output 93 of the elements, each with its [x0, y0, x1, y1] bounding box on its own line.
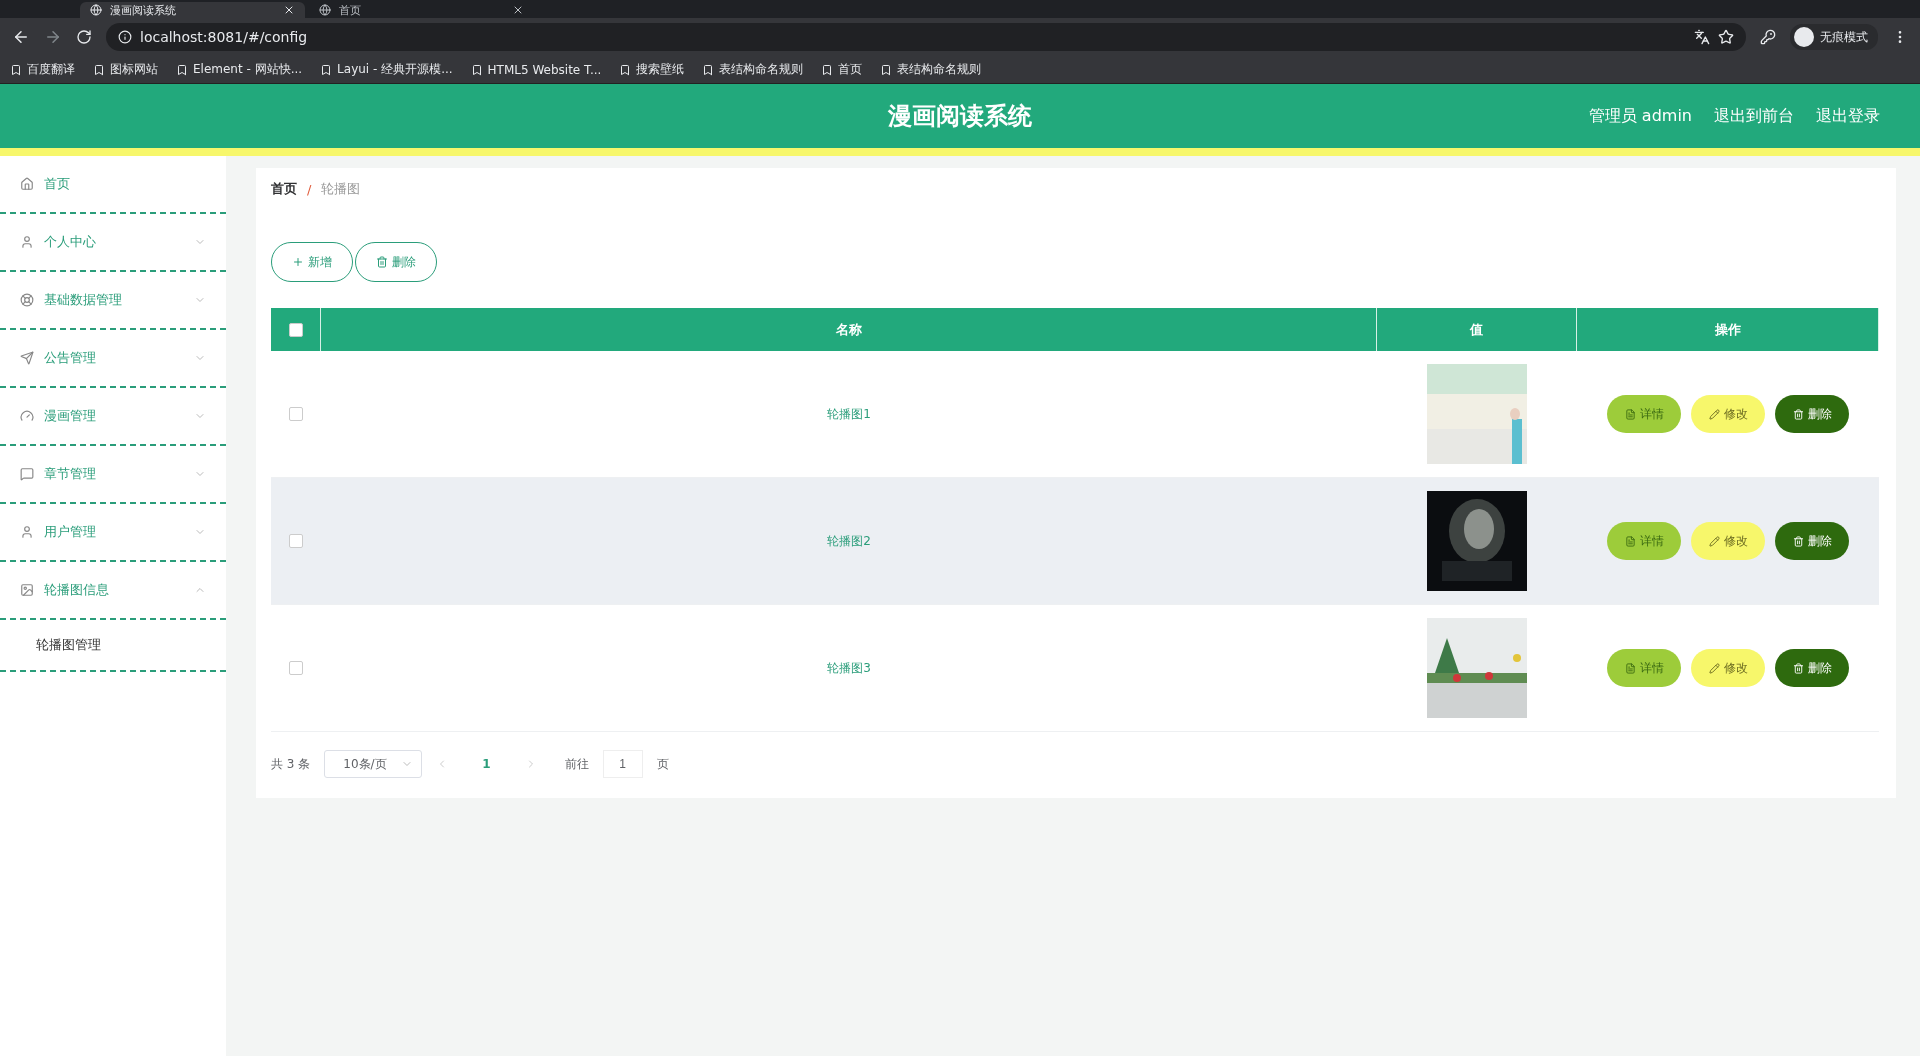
bookmark[interactable]: Layui - 经典开源模... — [320, 61, 453, 78]
column-header: 值 — [1470, 320, 1483, 339]
breadcrumb-current: 轮播图 — [321, 180, 361, 198]
edit-button[interactable]: 修改 — [1691, 649, 1765, 687]
edit-button[interactable]: 修改 — [1691, 522, 1765, 560]
checkbox[interactable] — [288, 322, 303, 337]
bookmark[interactable]: 表结构命名规则 — [880, 61, 982, 78]
trash-icon — [1792, 408, 1804, 420]
sidebar-subitem[interactable]: 轮播图管理 — [0, 620, 226, 672]
trash-icon — [1792, 535, 1804, 547]
page-suffix: 页 — [656, 755, 669, 773]
home-icon — [20, 177, 34, 191]
user-icon — [20, 235, 34, 249]
bookmark-icon — [320, 63, 333, 76]
page-number[interactable]: 1 — [462, 757, 511, 771]
pencil-icon — [1708, 535, 1720, 547]
sidebar-item[interactable]: 基础数据管理 — [0, 272, 226, 330]
sidebar-item[interactable]: 个人中心 — [0, 214, 226, 272]
detail-button[interactable]: 详情 — [1607, 522, 1681, 560]
ring-icon — [20, 293, 34, 307]
forward-icon[interactable] — [44, 28, 62, 46]
chat-icon — [20, 467, 34, 481]
bookmark-icon — [176, 63, 188, 76]
pencil-icon — [1708, 408, 1720, 420]
bookmark[interactable]: 百度翻译 — [10, 61, 75, 78]
detail-icon — [1624, 662, 1636, 674]
globe-icon — [90, 4, 102, 16]
bookmark-icon — [470, 63, 483, 76]
send-icon — [20, 351, 34, 365]
browser-tab[interactable]: 漫画阅读系统 — [80, 2, 305, 18]
address-bar[interactable]: localhost:8081/#/config — [106, 23, 1746, 51]
bookmark-icon — [10, 63, 22, 76]
translate-icon[interactable] — [1694, 29, 1710, 45]
table-cell: 轮播图2 — [827, 532, 871, 550]
bookmark-icon — [821, 63, 834, 76]
image-icon — [20, 583, 34, 597]
globe-icon — [319, 4, 331, 16]
sidebar-item[interactable]: 漫画管理 — [0, 388, 226, 446]
detail-icon — [1624, 535, 1636, 547]
pencil-icon — [1708, 662, 1720, 674]
sidebar-item[interactable]: 轮播图信息 — [0, 562, 226, 620]
edit-button[interactable]: 修改 — [1691, 395, 1765, 433]
delete-button[interactable]: 删除 — [355, 242, 437, 282]
info-icon — [118, 30, 132, 44]
detail-button[interactable]: 详情 — [1607, 395, 1681, 433]
bookmark[interactable]: 首页 — [821, 61, 863, 78]
close-icon[interactable] — [283, 4, 295, 16]
add-button[interactable]: 新增 — [271, 242, 353, 282]
delete-button[interactable]: 删除 — [1775, 522, 1849, 560]
app-title: 漫画阅读系统 — [888, 101, 1032, 132]
plus-icon — [292, 256, 304, 268]
bookmark[interactable]: Element - 网站快... — [176, 61, 303, 78]
page-size-select[interactable]: 10条/页 — [324, 750, 423, 778]
browser-tab[interactable]: 首页 — [309, 2, 534, 18]
trash-icon — [376, 256, 388, 268]
bookmark[interactable]: 表结构命名规则 — [702, 61, 804, 78]
avatar-icon — [1794, 27, 1814, 47]
bookmark[interactable]: 搜索壁纸 — [619, 61, 685, 78]
bookmark[interactable]: 图标网站 — [93, 61, 158, 78]
checkbox[interactable] — [289, 534, 303, 548]
profile-button[interactable]: 无痕模式 — [1790, 24, 1878, 50]
sidebar-item[interactable]: 章节管理 — [0, 446, 226, 504]
sidebar-item[interactable]: 首页 — [0, 156, 226, 214]
bookmark-icon — [93, 63, 105, 76]
checkbox[interactable] — [289, 661, 303, 675]
user-icon — [20, 525, 34, 539]
delete-button[interactable]: 删除 — [1775, 395, 1849, 433]
back-icon[interactable] — [12, 28, 30, 46]
gauge-icon — [20, 409, 34, 423]
bookmark-icon — [880, 63, 893, 76]
column-header: 名称 — [835, 320, 862, 339]
column-header: 操作 — [1714, 320, 1741, 339]
checkbox[interactable] — [289, 407, 303, 421]
sidebar-item[interactable]: 公告管理 — [0, 330, 226, 388]
reload-icon[interactable] — [76, 29, 92, 45]
page-input[interactable]: 1 — [602, 750, 643, 778]
table-cell: 轮播图3 — [827, 659, 871, 677]
bookmark-icon — [619, 63, 632, 76]
sidebar-item[interactable]: 用户管理 — [0, 504, 226, 562]
detail-button[interactable]: 详情 — [1607, 649, 1681, 687]
trash-icon — [1792, 662, 1804, 674]
breadcrumb-separator: / — [307, 181, 312, 197]
close-icon[interactable] — [512, 4, 524, 16]
goto-label: 前往 — [564, 755, 589, 773]
table-cell: 轮播图1 — [827, 405, 871, 423]
bookmark[interactable]: HTML5 Website T... — [470, 62, 602, 77]
breadcrumb-link[interactable]: 首页 — [271, 180, 297, 198]
bookmark-icon — [702, 63, 715, 76]
detail-icon — [1624, 408, 1636, 420]
key-icon[interactable] — [1760, 29, 1776, 45]
total-count: 共 3 条 — [271, 755, 311, 773]
star-icon[interactable] — [1718, 29, 1734, 45]
delete-button[interactable]: 删除 — [1775, 649, 1849, 687]
